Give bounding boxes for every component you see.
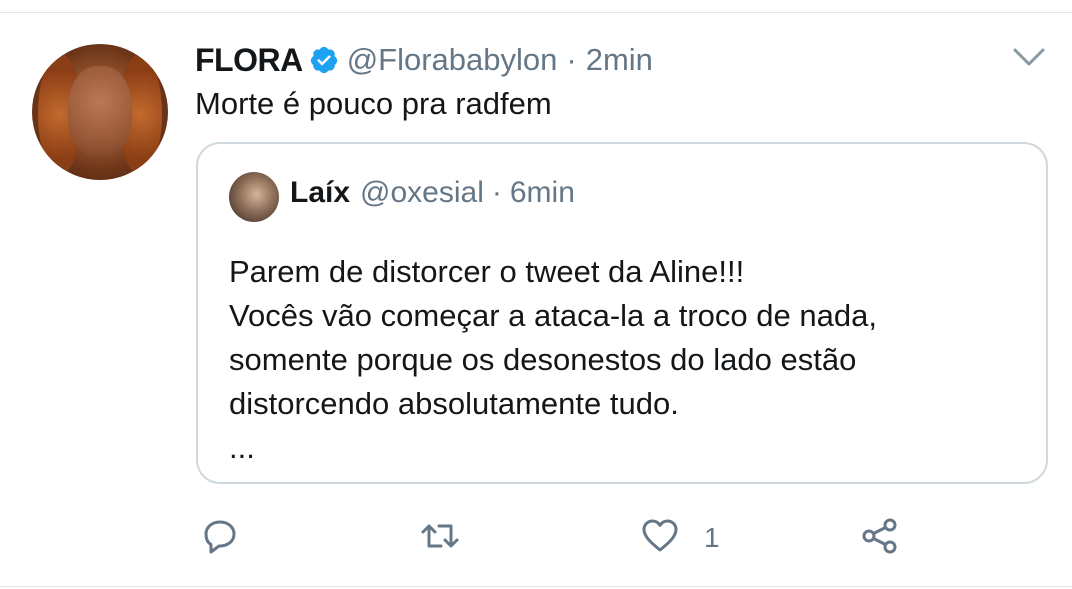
tweet-actions-bar: 1 — [0, 514, 1072, 562]
author-name[interactable]: FLORA — [195, 42, 303, 79]
author-avatar[interactable] — [32, 44, 168, 180]
quoted-tweet-line: Parem de distorcer o tweet da Aline!!! — [229, 254, 745, 289]
top-divider — [0, 12, 1072, 13]
tweet-header: FLORA @Florababylon · 2min — [195, 38, 653, 82]
retweet-icon — [420, 516, 460, 561]
quoted-tweet-timestamp[interactable]: 6min — [510, 176, 575, 210]
quoted-author-handle[interactable]: @oxesial — [360, 176, 484, 210]
reply-button[interactable] — [200, 514, 240, 562]
quoted-author-name[interactable]: Laíx — [290, 176, 350, 210]
reply-icon — [200, 516, 240, 561]
quoted-tweet-ellipsis: ... — [229, 430, 255, 465]
quoted-author-avatar[interactable] — [229, 172, 279, 222]
share-icon — [860, 516, 900, 561]
separator-dot: · — [491, 176, 502, 209]
retweet-button[interactable] — [420, 514, 460, 562]
like-button[interactable]: 1 — [640, 514, 720, 562]
quoted-tweet-header: Laíx @oxesial · 6min — [290, 176, 575, 210]
verified-badge-icon — [309, 45, 339, 75]
quoted-tweet-card[interactable]: Laíx @oxesial · 6min Parem de distorcer … — [196, 142, 1048, 484]
like-count: 1 — [704, 522, 720, 553]
tweet-timestamp[interactable]: 2min — [586, 42, 653, 78]
bottom-divider — [0, 586, 1072, 587]
quoted-tweet-line: Vocês vão começar a ataca-la a troco de … — [229, 298, 877, 333]
quoted-tweet-line: distorcendo absolutamente tudo. — [229, 386, 679, 421]
author-handle[interactable]: @Florababylon — [347, 42, 558, 78]
separator-dot: · — [566, 42, 577, 77]
chevron-down-icon[interactable] — [1012, 44, 1046, 70]
share-button[interactable] — [860, 514, 900, 562]
quoted-tweet-line: somente porque os desonestos do lado est… — [229, 342, 857, 377]
tweet-text: Morte é pouco pra radfem — [195, 86, 552, 121]
quoted-tweet-text: Parem de distorcer o tweet da Aline!!! V… — [229, 250, 1029, 470]
heart-icon — [640, 516, 680, 561]
